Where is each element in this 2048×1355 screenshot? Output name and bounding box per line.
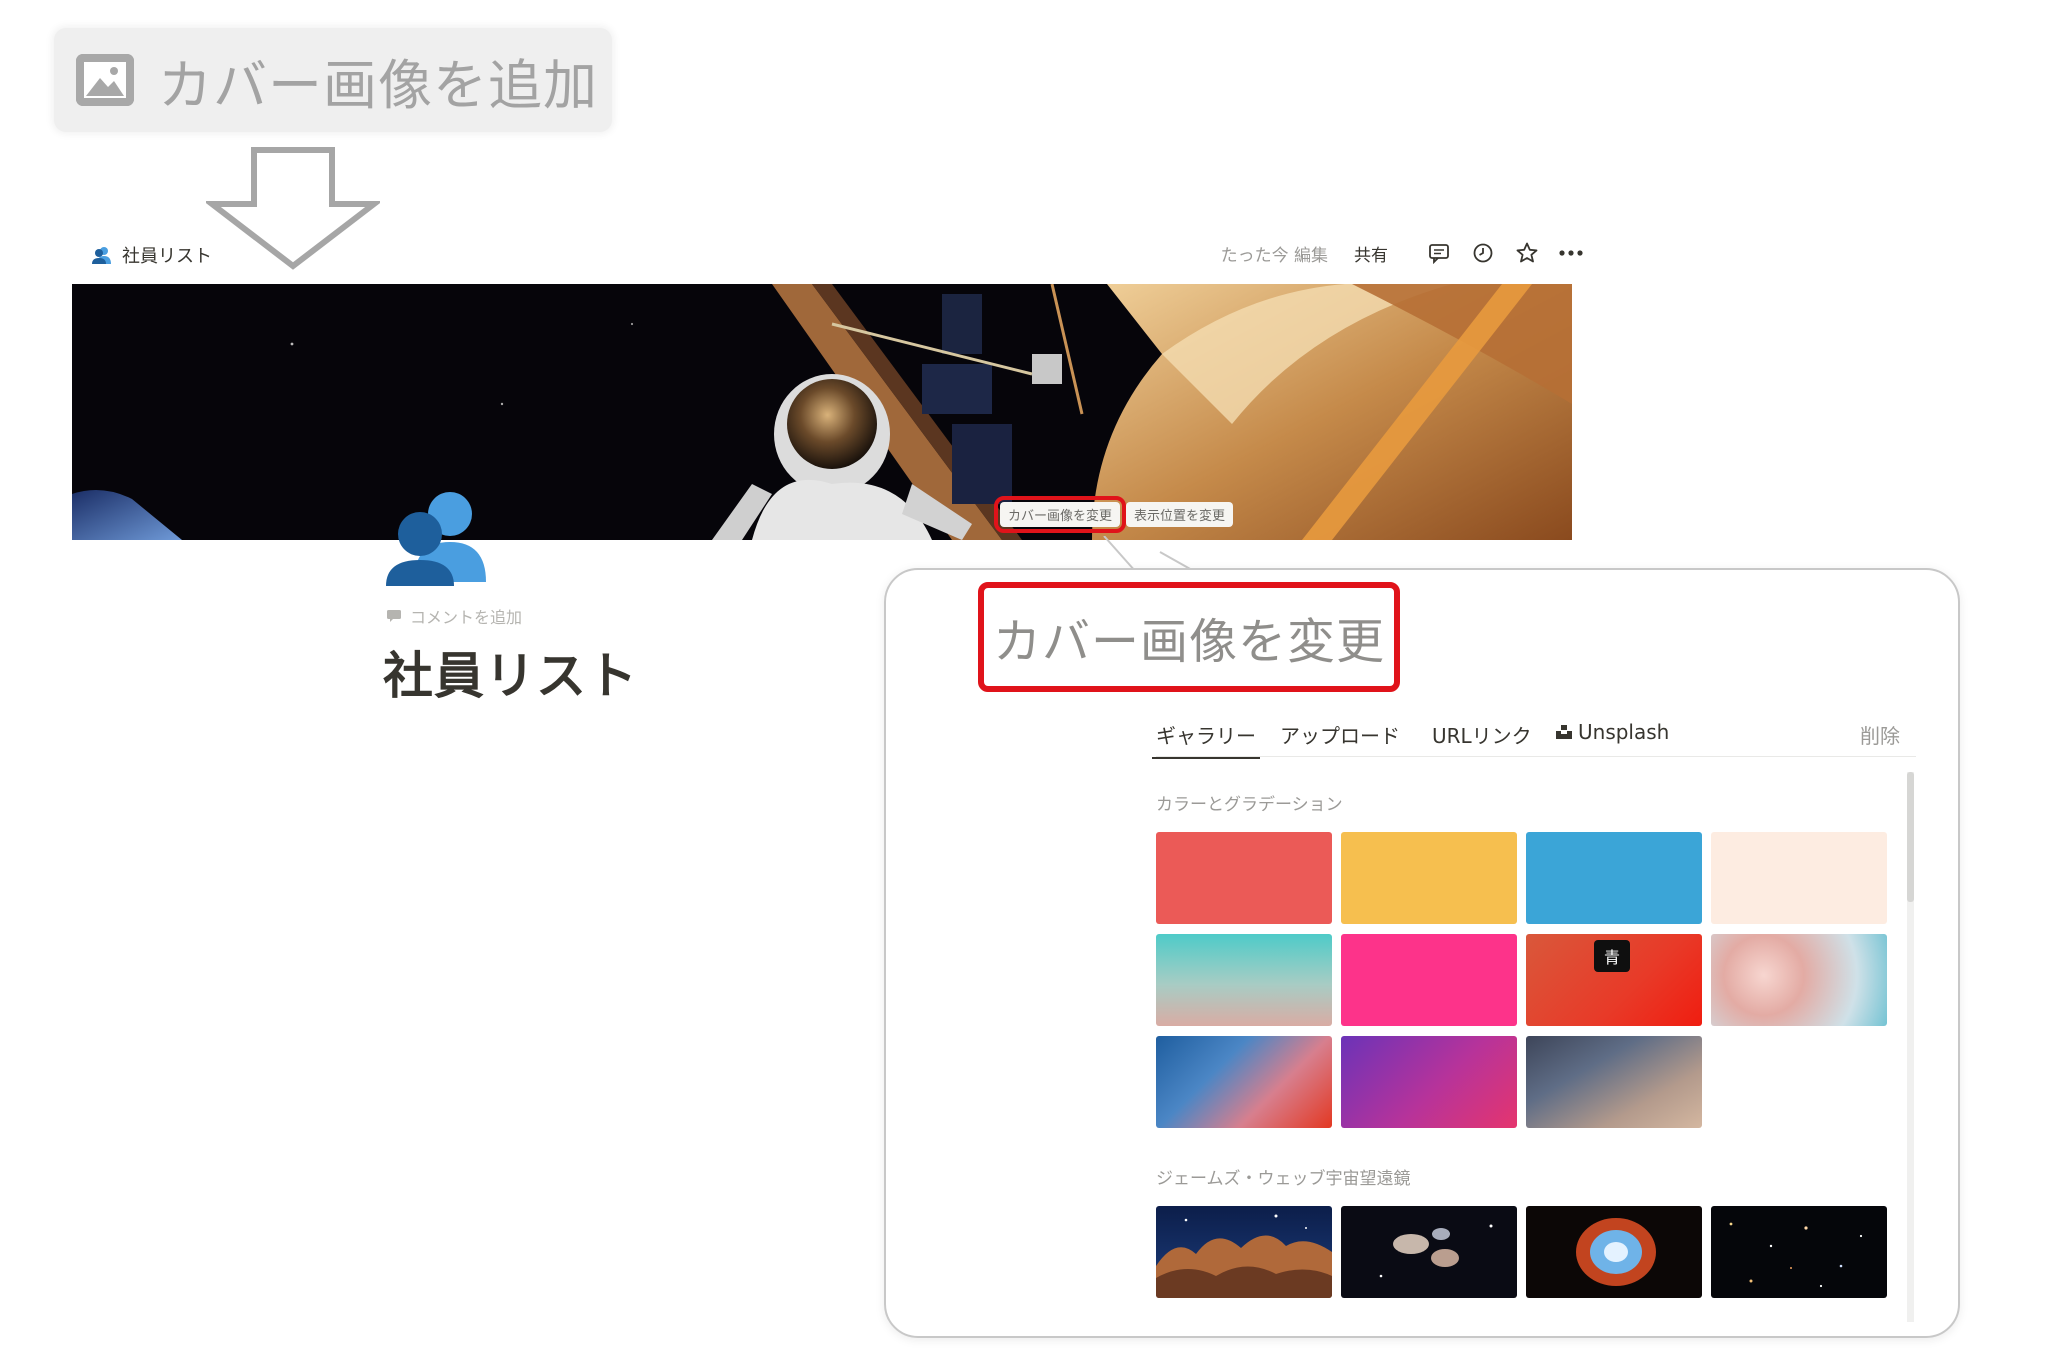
comment-icon[interactable] <box>1426 240 1452 266</box>
breadcrumb[interactable]: 社員リスト <box>92 242 212 268</box>
webb-image-cliffs[interactable] <box>1156 1206 1332 1298</box>
popup-title-highlight: カバー画像を変更 <box>978 582 1400 692</box>
more-icon[interactable] <box>1558 240 1584 266</box>
tab-unsplash[interactable]: Unsplash <box>1556 720 1669 744</box>
reposition-button[interactable]: 表示位置を変更 <box>1126 502 1234 527</box>
add-cover-label: カバー画像を追加 <box>158 53 598 117</box>
star-icon[interactable] <box>1514 240 1540 266</box>
webb-image-quintet[interactable] <box>1341 1206 1517 1298</box>
add-cover-button[interactable]: カバー画像を追加 <box>54 28 612 132</box>
down-arrow-icon <box>206 147 380 270</box>
scrollbar-thumb[interactable] <box>1907 772 1914 902</box>
swatch-gradient-peach-ice[interactable] <box>1711 934 1887 1026</box>
cover-tabs: ギャラリー アップロード URLリンク Unsplash 削除 <box>1152 718 1916 759</box>
swatch-gradient-purple[interactable] <box>1341 1036 1517 1128</box>
unsplash-icon <box>1556 725 1572 739</box>
change-cover-popup: カバー画像を変更 ギャラリー アップロード URLリンク Unsplash 削除… <box>884 568 1960 1338</box>
tab-gallery[interactable]: ギャラリー <box>1152 720 1260 759</box>
swatch-yellow[interactable] <box>1341 832 1517 924</box>
popup-title: カバー画像を変更 <box>992 614 1385 670</box>
swatch-gradient-navy-sand[interactable] <box>1526 1036 1702 1128</box>
comment-icon <box>387 610 401 622</box>
section-webb-label: ジェームズ・ウェッブ宇宙望遠鏡 <box>1156 1169 1411 1189</box>
page-people-icon[interactable] <box>386 490 486 586</box>
tab-link[interactable]: URLリンク <box>1432 720 1532 749</box>
swatch-gradient-teal[interactable] <box>1156 934 1332 1026</box>
cover-controls: カバー画像を変更 表示位置を変更 <box>993 496 1234 533</box>
edited-status: たった今 編集 <box>1220 245 1328 266</box>
swatch-gradient-blue-red[interactable] <box>1156 1036 1332 1128</box>
cover-image <box>72 284 1572 540</box>
webb-image-deep-field[interactable] <box>1711 1206 1887 1298</box>
remove-cover-button[interactable]: 削除 <box>1860 720 1900 749</box>
people-icon <box>92 247 111 264</box>
tab-upload[interactable]: アップロード <box>1280 720 1400 749</box>
webb-image-nebula[interactable] <box>1526 1206 1702 1298</box>
swatch-pink[interactable] <box>1341 934 1517 1026</box>
share-button[interactable]: 共有 <box>1354 241 1388 266</box>
topbar-actions: たった今 編集 共有 <box>1221 240 1584 266</box>
astronaut-cover-art <box>72 284 1572 540</box>
swatch-tooltip: 青 <box>1594 940 1631 972</box>
swatch-blue[interactable] <box>1526 832 1702 924</box>
swatch-beige[interactable] <box>1711 832 1887 924</box>
page-title[interactable]: 社員リスト <box>383 636 638 708</box>
popup-scrollbar[interactable] <box>1907 772 1914 1322</box>
add-comment-button[interactable]: コメントを追加 <box>386 604 522 628</box>
tab-unsplash-label: Unsplash <box>1578 720 1670 744</box>
add-comment-label: コメントを追加 <box>410 608 523 627</box>
image-icon <box>76 54 134 106</box>
change-cover-button[interactable]: カバー画像を変更 <box>993 496 1127 533</box>
breadcrumb-label: 社員リスト <box>122 246 212 267</box>
swatch-red[interactable] <box>1156 832 1332 924</box>
section-colors-label: カラーとグラデーション <box>1156 795 1343 815</box>
clock-icon[interactable] <box>1470 240 1496 266</box>
